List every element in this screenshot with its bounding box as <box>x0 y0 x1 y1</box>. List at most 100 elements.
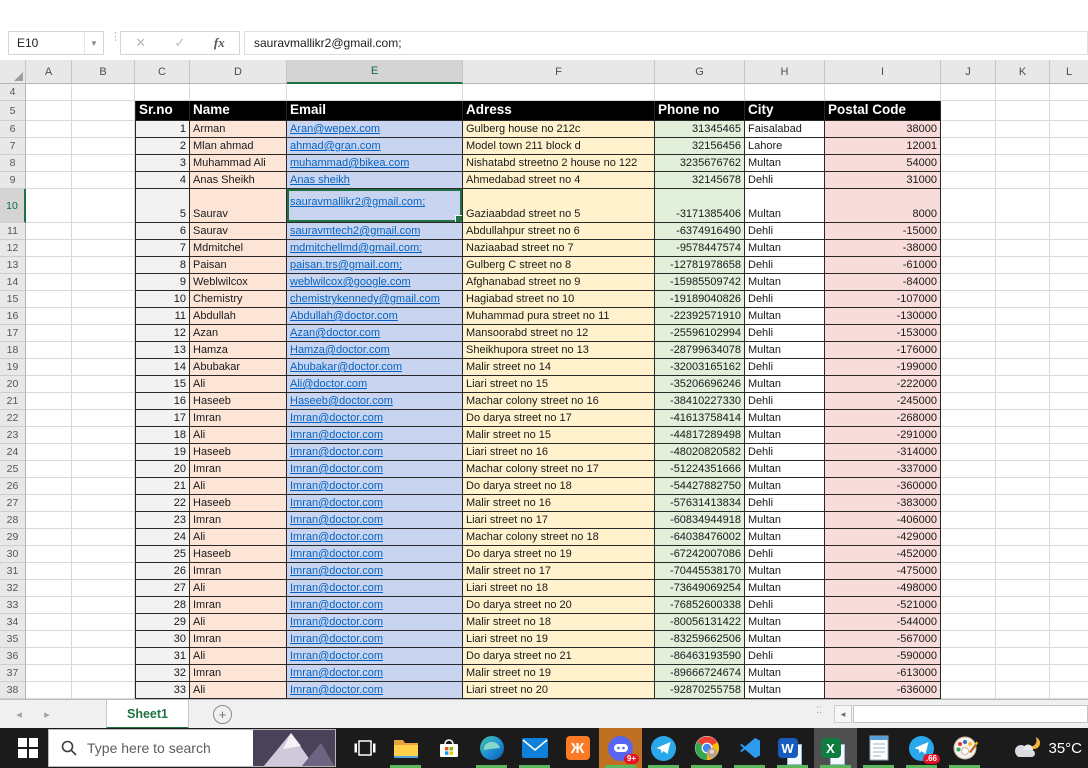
cell-D8[interactable]: Muhammad Ali <box>190 155 287 172</box>
email-link[interactable]: Imran@doctor.com <box>290 428 383 442</box>
cell-G29[interactable]: -64038476002 <box>655 529 745 546</box>
cell-F10[interactable]: Gaziaabdad street no 5 <box>463 189 655 223</box>
cell-F26[interactable]: Do darya street no 18 <box>463 478 655 495</box>
cell-I37[interactable]: -613000 <box>825 665 941 682</box>
cell-J4[interactable] <box>941 84 996 101</box>
cell-J33[interactable] <box>941 597 996 614</box>
tab-scroll-splitter[interactable]: ⁚⁚ <box>816 708 822 713</box>
row-header-29[interactable]: 29 <box>0 529 26 546</box>
cell-L36[interactable] <box>1050 648 1088 665</box>
cell-F9[interactable]: Ahmedabad street no 4 <box>463 172 655 189</box>
cell-D31[interactable]: Imran <box>190 563 287 580</box>
cell-B7[interactable] <box>72 138 135 155</box>
email-link[interactable]: Abubakar@doctor.com <box>290 360 402 374</box>
row-header-17[interactable]: 17 <box>0 325 26 342</box>
cell-G8[interactable]: 3235676762 <box>655 155 745 172</box>
cell-H26[interactable]: Multan <box>745 478 825 495</box>
cell-K19[interactable] <box>996 359 1050 376</box>
cell-D22[interactable]: Imran <box>190 410 287 427</box>
cell-L32[interactable] <box>1050 580 1088 597</box>
row-header-27[interactable]: 27 <box>0 495 26 512</box>
column-header-L[interactable]: L <box>1050 60 1088 84</box>
cell-K14[interactable] <box>996 274 1050 291</box>
cell-C20[interactable]: 15 <box>135 376 190 393</box>
cell-K23[interactable] <box>996 427 1050 444</box>
cell-L12[interactable] <box>1050 240 1088 257</box>
cell-B36[interactable] <box>72 648 135 665</box>
email-link[interactable]: Imran@doctor.com <box>290 445 383 459</box>
row-header-5[interactable]: 5 <box>0 101 26 121</box>
cell-E34[interactable]: Imran@doctor.com <box>287 614 463 631</box>
cell-J7[interactable] <box>941 138 996 155</box>
cell-B16[interactable] <box>72 308 135 325</box>
cell-I27[interactable]: -383000 <box>825 495 941 512</box>
cell-D37[interactable]: Imran <box>190 665 287 682</box>
cell-G31[interactable]: -70445538170 <box>655 563 745 580</box>
cell-E6[interactable]: Aran@wepex.com <box>287 121 463 138</box>
cell-C33[interactable]: 28 <box>135 597 190 614</box>
cell-J5[interactable] <box>941 101 996 121</box>
email-link[interactable]: Ali@doctor.com <box>290 377 367 391</box>
cell-H35[interactable]: Multan <box>745 631 825 648</box>
cell-I14[interactable]: -84000 <box>825 274 941 291</box>
cell-B28[interactable] <box>72 512 135 529</box>
cell-E25[interactable]: Imran@doctor.com <box>287 461 463 478</box>
cell-C19[interactable]: 14 <box>135 359 190 376</box>
search-highlight-image[interactable] <box>253 729 335 767</box>
cell-K11[interactable] <box>996 223 1050 240</box>
cell-G6[interactable]: 31345465 <box>655 121 745 138</box>
cell-L21[interactable] <box>1050 393 1088 410</box>
taskbar-icon-mail[interactable] <box>513 728 556 768</box>
cell-C32[interactable]: 27 <box>135 580 190 597</box>
cell-E4[interactable] <box>287 84 463 101</box>
cell-K17[interactable] <box>996 325 1050 342</box>
cell-L29[interactable] <box>1050 529 1088 546</box>
hscroll-thumb[interactable] <box>853 705 1088 723</box>
cell-C7[interactable]: 2 <box>135 138 190 155</box>
cell-J25[interactable] <box>941 461 996 478</box>
cell-D18[interactable]: Hamza <box>190 342 287 359</box>
cell-L6[interactable] <box>1050 121 1088 138</box>
cell-B27[interactable] <box>72 495 135 512</box>
column-header-D[interactable]: D <box>190 60 287 84</box>
cell-H11[interactable]: Dehli <box>745 223 825 240</box>
row-header-11[interactable]: 11 <box>0 223 26 240</box>
column-header-A[interactable]: A <box>26 60 72 84</box>
cell-G13[interactable]: -12781978658 <box>655 257 745 274</box>
table-header-sr[interactable]: Sr.no <box>135 101 190 121</box>
column-header-B[interactable]: B <box>72 60 135 84</box>
cell-I29[interactable]: -429000 <box>825 529 941 546</box>
cell-B34[interactable] <box>72 614 135 631</box>
cell-G35[interactable]: -83259662506 <box>655 631 745 648</box>
cell-F34[interactable]: Malir street no 18 <box>463 614 655 631</box>
cell-D20[interactable]: Ali <box>190 376 287 393</box>
cell-A32[interactable] <box>26 580 72 597</box>
email-link[interactable]: Aran@wepex.com <box>290 122 380 136</box>
cell-E11[interactable]: sauravmtech2@gmail.com <box>287 223 463 240</box>
cell-G25[interactable]: -51224351666 <box>655 461 745 478</box>
cell-G4[interactable] <box>655 84 745 101</box>
cell-F22[interactable]: Do darya street no 17 <box>463 410 655 427</box>
cell-H34[interactable]: Multan <box>745 614 825 631</box>
cell-D36[interactable]: Ali <box>190 648 287 665</box>
row-header-26[interactable]: 26 <box>0 478 26 495</box>
cell-D30[interactable]: Haseeb <box>190 546 287 563</box>
task-view-button[interactable] <box>346 728 384 768</box>
cell-G36[interactable]: -86463193590 <box>655 648 745 665</box>
cell-K37[interactable] <box>996 665 1050 682</box>
row-header-28[interactable]: 28 <box>0 512 26 529</box>
cell-B11[interactable] <box>72 223 135 240</box>
cell-E31[interactable]: Imran@doctor.com <box>287 563 463 580</box>
cell-C34[interactable]: 29 <box>135 614 190 631</box>
cell-J31[interactable] <box>941 563 996 580</box>
cell-G14[interactable]: -15985509742 <box>655 274 745 291</box>
cell-L22[interactable] <box>1050 410 1088 427</box>
row-header-9[interactable]: 9 <box>0 172 26 189</box>
cell-L33[interactable] <box>1050 597 1088 614</box>
cell-C28[interactable]: 23 <box>135 512 190 529</box>
row-header-23[interactable]: 23 <box>0 427 26 444</box>
cell-A26[interactable] <box>26 478 72 495</box>
cell-B8[interactable] <box>72 155 135 172</box>
insert-function-icon[interactable]: fx <box>200 35 239 51</box>
cell-L11[interactable] <box>1050 223 1088 240</box>
